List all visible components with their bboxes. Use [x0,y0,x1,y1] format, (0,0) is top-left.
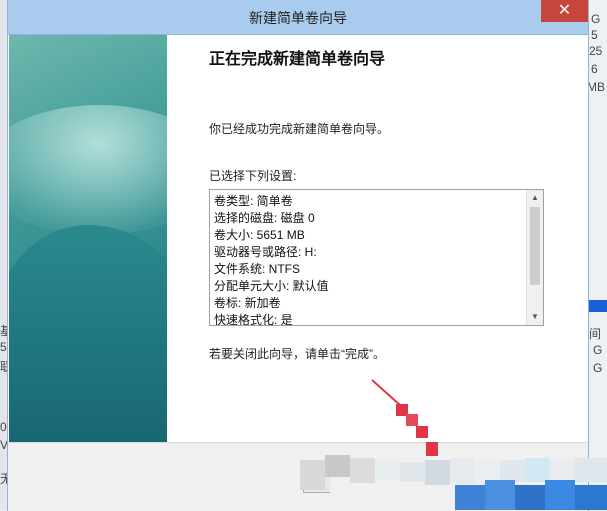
banner-wave-decoration [9,105,167,235]
close-button[interactable]: ✕ [541,0,588,22]
settings-item-allocation-unit: 分配单元大小: 默认值 [214,279,329,293]
scroll-up-icon[interactable]: ▲ [530,192,540,204]
settings-item-volume-type: 卷类型: 简单卷 [214,194,293,208]
page-heading: 正在完成新建简单卷向导 [209,51,386,68]
background-text-fragment: 25 [589,44,603,58]
settings-listbox[interactable]: 卷类型: 简单卷 选择的磁盘: 磁盘 0 卷大小: 5651 MB 驱动器号或路… [209,189,544,326]
new-simple-volume-wizard: 新建简单卷向导 ✕ 正在完成新建简单卷向导 你已经成功完成新建简单卷向导。 已选… [8,0,588,511]
completion-message: 你已经成功完成新建简单卷向导。 [209,122,390,136]
background-text-fragment: 6 [591,62,598,76]
background-text-fragment: 5 [591,28,598,42]
wizard-banner-image [9,35,167,442]
settings-item-volume-label: 卷标: 新加卷 [214,296,281,310]
window-title: 新建简单卷向导 [249,10,347,26]
background-text-fragment: G [593,361,603,375]
settings-list: 卷类型: 简单卷 选择的磁盘: 磁盘 0 卷大小: 5651 MB 驱动器号或路… [214,193,524,326]
settings-label: 已选择下列设置: [209,169,297,183]
scroll-down-icon[interactable]: ▼ [530,311,540,323]
background-text-fragment: 间 [589,327,602,341]
finish-instruction: 若要关闭此向导，请单击“完成”。 [209,347,385,361]
background-text-fragment: 0 [0,420,7,434]
mosaic-blur-region [300,440,607,510]
settings-scrollbar[interactable]: ▲ ▼ [526,190,543,325]
background-progress-bar [587,300,607,312]
banner-dark-decoration [9,225,167,442]
background-window-right: G 5 25 6 MB 间 G G [587,0,607,510]
close-icon: ✕ [557,2,572,19]
settings-item-file-system: 文件系统: NTFS [214,262,300,276]
scroll-thumb[interactable] [530,207,540,285]
settings-item-quick-format: 快速格式化: 是 [214,313,293,326]
background-text-fragment: G [593,343,603,357]
title-bar[interactable]: 新建简单卷向导 ✕ [8,0,588,35]
settings-item-volume-size: 卷大小: 5651 MB [214,228,305,242]
background-text-fragment: MB [587,80,605,94]
background-text-fragment: G [591,12,601,26]
settings-item-drive-letter: 驱动器号或路径: H: [214,245,317,259]
settings-item-disk: 选择的磁盘: 磁盘 0 [214,211,315,225]
